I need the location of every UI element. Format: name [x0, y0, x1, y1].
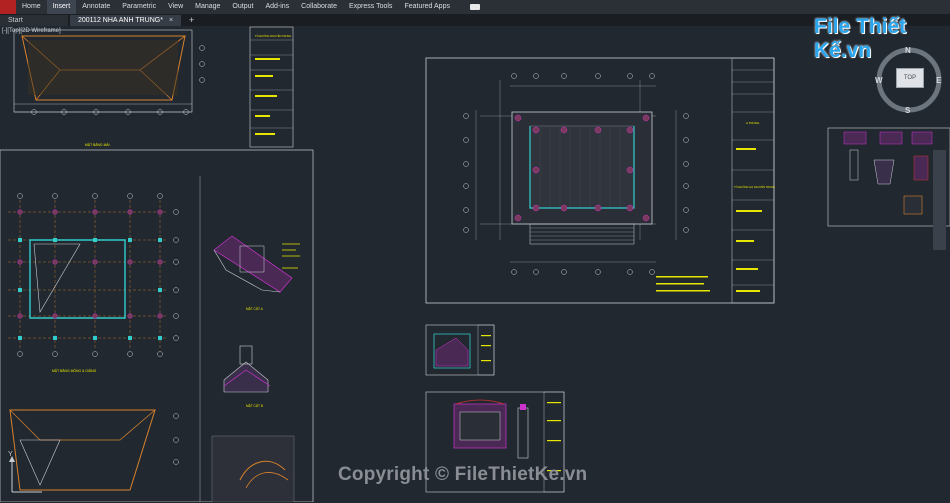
- ribbon-tab-home[interactable]: Home: [16, 0, 47, 14]
- sheet-a-label: A TRUNG: [746, 121, 760, 125]
- ribbon-options-icon[interactable]: [469, 4, 480, 10]
- tab-document-label: 200112 NHA ANH TRUNG*: [78, 17, 163, 24]
- ribbon-tab-add-ins[interactable]: Add-ins: [259, 0, 295, 14]
- copyright-watermark: Copyright © FileThietKe.vn: [338, 464, 588, 485]
- ucs-y-label: Y: [8, 451, 13, 458]
- section-b-label: MẶT CẮT B: [246, 403, 263, 408]
- ribbon-tab-manage[interactable]: Manage: [189, 0, 226, 14]
- ribbon-tab-view[interactable]: View: [162, 0, 189, 14]
- viewcube-east[interactable]: E: [936, 76, 941, 85]
- tab-start[interactable]: Start: [0, 15, 68, 26]
- viewcube-top-face[interactable]: TOP: [896, 68, 924, 88]
- tab-document[interactable]: 200112 NHA ANH TRUNG* ×: [70, 15, 182, 26]
- ribbon-tab-output[interactable]: Output: [226, 0, 259, 14]
- ucs-icon: Y: [4, 448, 44, 498]
- new-tab-button[interactable]: +: [183, 15, 200, 26]
- foundation-plan-label: MẶT BẰNG MÓNG & GIẰNG: [52, 368, 97, 373]
- project-label: TỔ ĐƯỜNG HỌ NGUYỄN TRUNG: [734, 184, 775, 189]
- roof-plan-label: MẶT BẰNG MÁI: [85, 142, 110, 147]
- viewport-controls-label[interactable]: [-][Top][2D Wireframe]: [2, 28, 61, 34]
- autocad-logo-icon[interactable]: [0, 0, 16, 14]
- close-icon[interactable]: ×: [169, 17, 173, 24]
- detail-sheet-right: [827, 127, 950, 227]
- detail-sheet-small-1: [425, 324, 495, 376]
- viewcube[interactable]: N S E W TOP: [874, 44, 944, 124]
- document-tab-bar: Start 200112 NHA ANH TRUNG* × +: [0, 14, 950, 26]
- ribbon-tab-annotate[interactable]: Annotate: [76, 0, 116, 14]
- roof-plan-drawing: MẶT BẰNG MÁI: [13, 29, 205, 147]
- ribbon-tab-parametric[interactable]: Parametric: [116, 0, 162, 14]
- vertical-scrollbar[interactable]: [933, 150, 946, 250]
- foundation-sheet: MẶT BẰNG MÓNG & GIẰNG MẶT CẮT A MẶT CẮT …: [0, 149, 314, 502]
- ribbon-tab-collaborate[interactable]: Collaborate: [295, 0, 343, 14]
- ribbon-tab-featured-apps[interactable]: Featured Apps: [398, 0, 456, 14]
- viewcube-south[interactable]: S: [905, 106, 910, 115]
- model-space-canvas[interactable]: MẶT BẰNG MÁI TỔ ĐƯỜNG NGUYỄN TRUNG MẶT B…: [0, 26, 950, 502]
- ribbon-tab-express-tools[interactable]: Express Tools: [343, 0, 398, 14]
- viewcube-west[interactable]: W: [875, 76, 883, 85]
- section-a-label: MẶT CẮT A: [246, 306, 264, 311]
- ribbon-bar: Home Insert Annotate Parametric View Man…: [0, 0, 950, 14]
- viewcube-north[interactable]: N: [905, 46, 911, 55]
- ribbon-tab-insert[interactable]: Insert: [46, 0, 77, 14]
- floor-plan-sheet: A TRUNG TỔ ĐƯỜNG HỌ NGUYỄN TRUNG: [425, 57, 775, 304]
- title-block-1: TỔ ĐƯỜNG NGUYỄN TRUNG: [249, 26, 294, 148]
- title-block-project-label: TỔ ĐƯỜNG NGUYỄN TRUNG: [255, 33, 291, 38]
